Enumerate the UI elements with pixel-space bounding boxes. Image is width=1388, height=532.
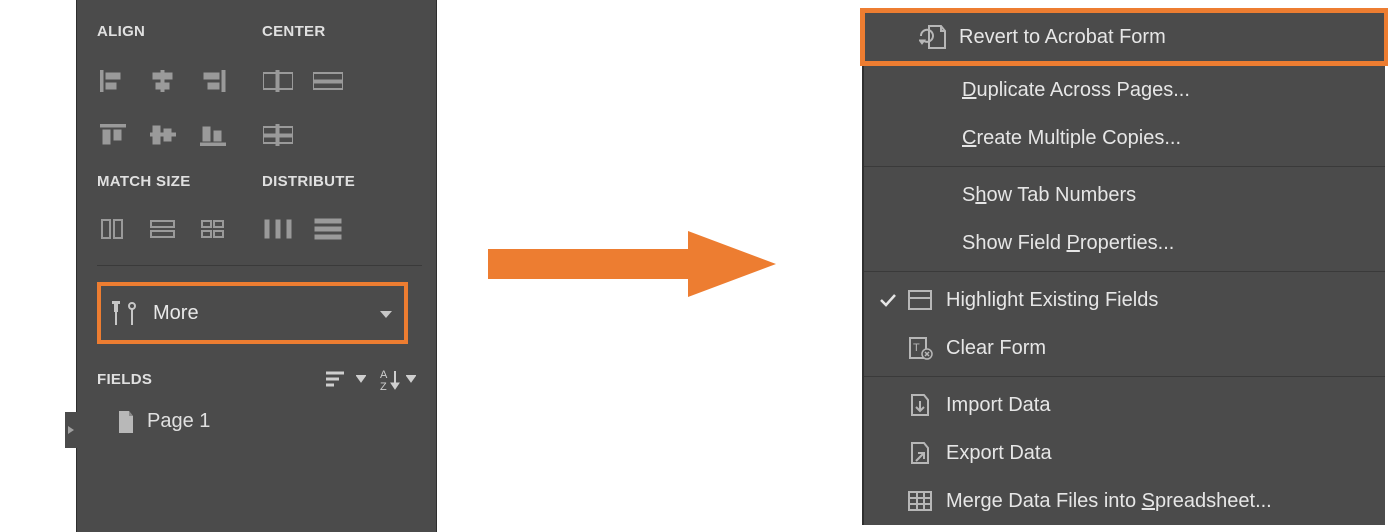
panel-divider	[97, 265, 422, 266]
fields-page-item[interactable]: Page 1	[97, 410, 422, 433]
import-icon	[898, 393, 942, 417]
menu-item-label: Merge Data Files into Spreadsheet...	[942, 490, 1272, 513]
fields-section-label: FIELDS	[97, 371, 310, 388]
center-both-icon[interactable]	[262, 119, 294, 151]
spreadsheet-icon	[898, 489, 942, 513]
menu-item-label: Highlight Existing Fields	[942, 289, 1158, 312]
align-bottom-icon[interactable]	[197, 119, 229, 151]
check-icon	[878, 293, 898, 307]
menu-item-label: Show Tab Numbers	[898, 184, 1136, 207]
clear-form-icon: T	[898, 336, 942, 360]
align-center-horizontal-icon[interactable]	[147, 65, 179, 97]
menu-item-revert[interactable]: Revert to Acrobat Form	[860, 8, 1388, 66]
instructional-arrow-icon	[488, 229, 778, 304]
menu-item-import-data[interactable]: Import Data	[864, 381, 1385, 429]
revert-icon	[911, 24, 955, 50]
align-left-icon[interactable]	[97, 65, 129, 97]
menu-item-export-data[interactable]: Export Data	[864, 429, 1385, 477]
distribute-section-label: DISTRIBUTE	[262, 173, 355, 190]
match-width-icon[interactable]	[97, 213, 129, 245]
match-size-section-label: MATCH SIZE	[97, 173, 191, 190]
menu-separator	[864, 271, 1385, 272]
menu-item-label: Clear Form	[942, 337, 1046, 360]
page-icon	[117, 411, 135, 433]
export-icon	[898, 441, 942, 465]
align-center-vertical-icon[interactable]	[147, 119, 179, 151]
more-button-label: More	[153, 302, 199, 325]
center-vertical-icon[interactable]	[312, 65, 344, 97]
fields-sort-button[interactable]: AZ	[380, 368, 416, 390]
svg-text:Z: Z	[380, 381, 387, 390]
match-height-icon[interactable]	[147, 213, 179, 245]
svg-text:T: T	[913, 342, 920, 354]
menu-item-label: Show Field Properties...	[898, 232, 1174, 255]
menu-item-show-tab-numbers[interactable]: Show Tab Numbers	[864, 171, 1385, 219]
menu-item-label: Duplicate Across Pages...	[898, 79, 1190, 102]
menu-item-highlight-fields[interactable]: Highlight Existing Fields	[864, 276, 1385, 324]
align-section-label: ALIGN	[97, 23, 145, 40]
menu-item-label: Import Data	[942, 394, 1050, 417]
menu-item-label: Create Multiple Copies...	[898, 127, 1181, 150]
form-tools-panel: ALIGN CENTER	[76, 0, 437, 532]
more-dropdown-menu: Revert to Acrobat Form Duplicate Across …	[862, 12, 1385, 525]
menu-separator	[864, 376, 1385, 377]
tools-icon	[111, 298, 141, 328]
menu-item-duplicate[interactable]: Duplicate Across Pages...	[864, 66, 1385, 114]
menu-item-show-field-properties[interactable]: Show Field Properties...	[864, 219, 1385, 267]
menu-item-create-copies[interactable]: Create Multiple Copies...	[864, 114, 1385, 162]
center-horizontal-icon[interactable]	[262, 65, 294, 97]
panel-expand-handle[interactable]	[65, 412, 77, 448]
menu-item-label: Revert to Acrobat Form	[955, 26, 1166, 49]
highlight-fields-icon	[898, 288, 942, 312]
menu-item-clear-form[interactable]: T Clear Form	[864, 324, 1385, 372]
menu-item-merge-spreadsheet[interactable]: Merge Data Files into Spreadsheet...	[864, 477, 1385, 525]
match-both-icon[interactable]	[197, 213, 229, 245]
chevron-down-icon	[380, 302, 392, 325]
more-button[interactable]: More	[97, 282, 408, 344]
menu-separator	[864, 166, 1385, 167]
distribute-vertical-icon[interactable]	[312, 213, 344, 245]
distribute-horizontal-icon[interactable]	[262, 213, 294, 245]
menu-item-label: Export Data	[942, 442, 1052, 465]
fields-page-label: Page 1	[147, 410, 210, 433]
align-top-icon[interactable]	[97, 119, 129, 151]
svg-text:A: A	[380, 369, 388, 381]
align-right-icon[interactable]	[197, 65, 229, 97]
fields-order-button[interactable]	[324, 369, 366, 389]
center-section-label: CENTER	[262, 23, 325, 40]
